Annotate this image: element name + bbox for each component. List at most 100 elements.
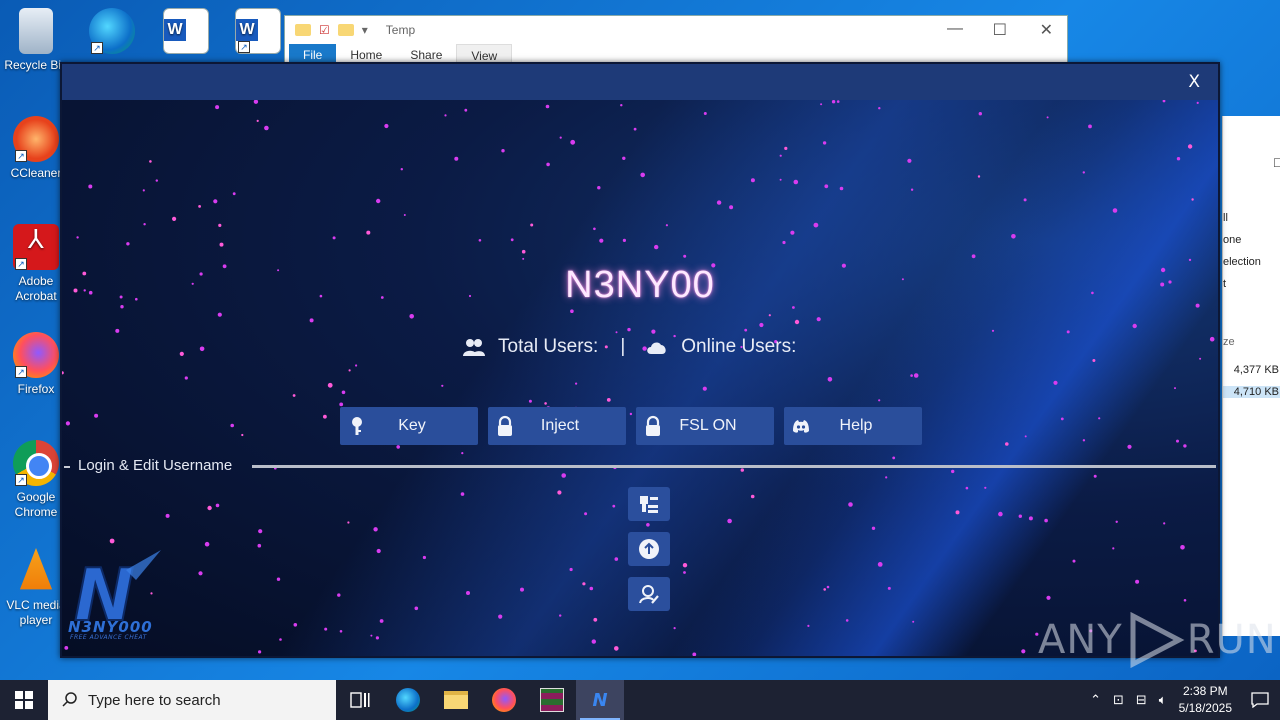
particle-dot [1011,234,1016,239]
particle-dot [646,523,650,527]
key-button[interactable]: Key [340,407,478,445]
taskbar-firefox[interactable] [480,680,528,720]
particle-dot [257,543,262,548]
particle-dot [65,421,70,426]
particle-dot [779,178,782,181]
particle-background [62,100,1215,656]
particle-dot [599,238,604,243]
ribbon-item[interactable]: one [1223,234,1241,246]
ribbon-item[interactable]: election [1223,256,1261,268]
particle-dot [824,184,829,189]
divider-line [252,465,1216,468]
close-button[interactable]: X [1188,72,1200,92]
particle-dot [309,318,314,323]
particle-dot [1021,649,1026,654]
help-button-label: Help [839,417,873,434]
particle-dot [215,503,220,508]
search-placeholder: Type here to search [88,691,221,709]
particle-dot [396,445,401,449]
particle-dot [498,614,503,619]
fsl-on-button[interactable]: FSL ON [636,407,774,445]
restore-icon[interactable]: ☐ [1273,156,1280,170]
particle-dot [355,364,358,367]
n3ny00-app-icon: N [592,689,608,711]
clock[interactable]: 2:38 PM 5/18/2025 [1179,683,1232,717]
chevron-up-icon[interactable]: ⌃ [1090,692,1101,708]
desktop-icon-word-1[interactable] [150,8,222,58]
explorer-window[interactable]: ☑ ▾ Temp — ☐ ✕ File Home Share View [284,15,1068,66]
quick-access-dropdown-icon[interactable]: ▾ [362,23,368,37]
desktop-icon-edge[interactable]: ↗ [76,8,148,58]
play-triangle-icon [1130,612,1185,668]
taskbar-edge[interactable] [384,680,432,720]
maximize-icon[interactable]: ☐ [993,20,1007,40]
particle-dot [466,591,470,595]
particle-dot [379,619,384,623]
file-size: 4,377 KB [1233,364,1279,376]
particle-dot [813,222,819,228]
ribbon-item[interactable]: t [1223,278,1226,290]
volume-icon[interactable]: 🔈︎ [1159,692,1167,708]
particle-dot [971,254,976,259]
minimize-icon[interactable]: — [947,20,963,38]
particle-dot [501,149,505,153]
particle-dot [109,538,115,544]
particle-dot [575,382,578,385]
particle-dot [253,100,259,104]
size-column-header[interactable]: ze [1223,336,1235,348]
start-button[interactable] [0,680,48,720]
particle-dot [1135,579,1140,584]
particle-dot [1046,595,1051,600]
particle-dot [627,327,631,332]
word-icon: ↗ [235,8,281,54]
particle-dot [219,242,224,247]
particle-dot [403,214,406,216]
inject-button[interactable]: Inject [488,407,626,445]
particle-dot [1112,208,1118,213]
particle-dot [816,317,821,322]
particle-dot [622,238,627,242]
particle-dot [913,373,919,378]
particle-dot [373,527,378,532]
particle-dot [264,125,269,131]
particle-dot [978,112,982,116]
taskbar-file-explorer[interactable] [432,680,480,720]
particle-dot [887,586,891,590]
particle-dot [827,377,833,382]
help-button[interactable]: Help [784,407,922,445]
particle-dot [597,186,601,190]
particle-dot [184,376,188,380]
particle-dot [822,141,827,145]
particle-dot [977,175,981,178]
particle-dot [323,414,327,419]
close-icon[interactable]: ✕ [1040,20,1053,40]
particle-dot [1088,124,1092,129]
network-icon[interactable]: ⊟ [1136,692,1147,708]
winrar-icon [540,688,564,712]
desktop-icon-label: Firefox [17,382,55,396]
taskbar-n3ny00[interactable]: N [576,680,624,720]
ribbon-item[interactable]: ll [1223,212,1228,224]
user-edit-button[interactable] [628,577,670,611]
upload-button[interactable] [628,532,670,566]
particle-dot [716,200,722,205]
particle-dot [370,634,373,637]
particle-dot [845,619,849,622]
particle-dot [907,158,912,163]
inject-button-label: Inject [540,417,580,434]
notifications-button[interactable] [1240,692,1280,708]
user-edit-icon [639,585,659,604]
particle-dot [1023,198,1027,202]
settings-button[interactable] [628,487,670,521]
task-view-button[interactable] [336,680,384,720]
chrome-icon: ↗ [13,440,59,486]
explorer-window-2[interactable]: ☐ ll one election t ze 4,377 KB 4,710 KB [1222,116,1280,636]
particle-dot [910,188,914,191]
device-icon[interactable]: ⊡ [1113,692,1124,708]
particle-dot [1053,380,1058,385]
particle-dot [570,139,576,145]
ccleaner-icon: ↗ [13,116,59,162]
taskbar-winrar[interactable] [528,680,576,720]
watermark-left: ANY [1038,617,1123,663]
taskbar-search[interactable]: Type here to search [48,680,336,720]
